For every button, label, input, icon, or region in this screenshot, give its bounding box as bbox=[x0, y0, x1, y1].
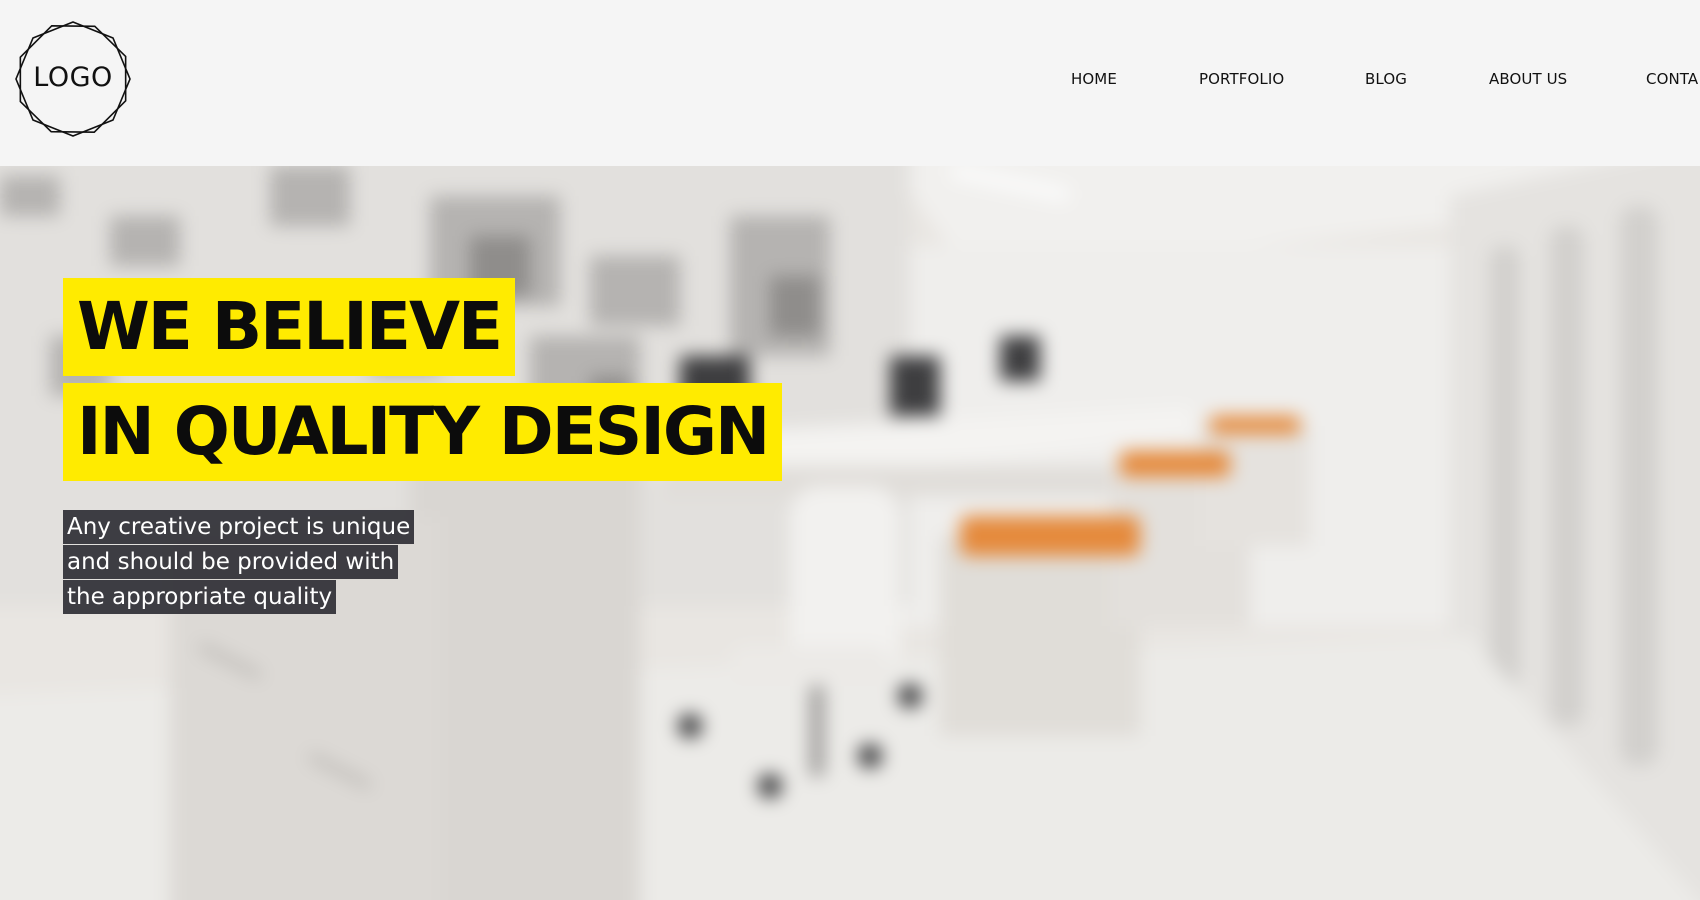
nav-home[interactable]: HOME bbox=[1071, 70, 1117, 88]
nav-about-us[interactable]: ABOUT US bbox=[1489, 70, 1567, 88]
hero-subtext-line-2: and should be provided with bbox=[63, 545, 399, 579]
hero-subtext-line-3: the appropriate quality bbox=[63, 580, 337, 614]
hero-headline-line-1: WE BELIEVE bbox=[63, 278, 516, 376]
main-nav: HOME PORTFOLIO BLOG ABOUT US CONTA bbox=[0, 0, 1700, 166]
hero-subtext-line-1: Any creative project is unique bbox=[63, 510, 415, 544]
nav-portfolio[interactable]: PORTFOLIO bbox=[1199, 70, 1284, 88]
hero-headline-line-2: IN QUALITY DESIGN bbox=[63, 383, 783, 481]
hero-section: WE BELIEVE IN QUALITY DESIGN Any creativ… bbox=[0, 166, 1700, 900]
site-header: LOGO HOME PORTFOLIO BLOG ABOUT US CONTA bbox=[0, 0, 1700, 166]
nav-blog[interactable]: BLOG bbox=[1365, 70, 1407, 88]
nav-contact[interactable]: CONTA bbox=[1646, 70, 1698, 88]
